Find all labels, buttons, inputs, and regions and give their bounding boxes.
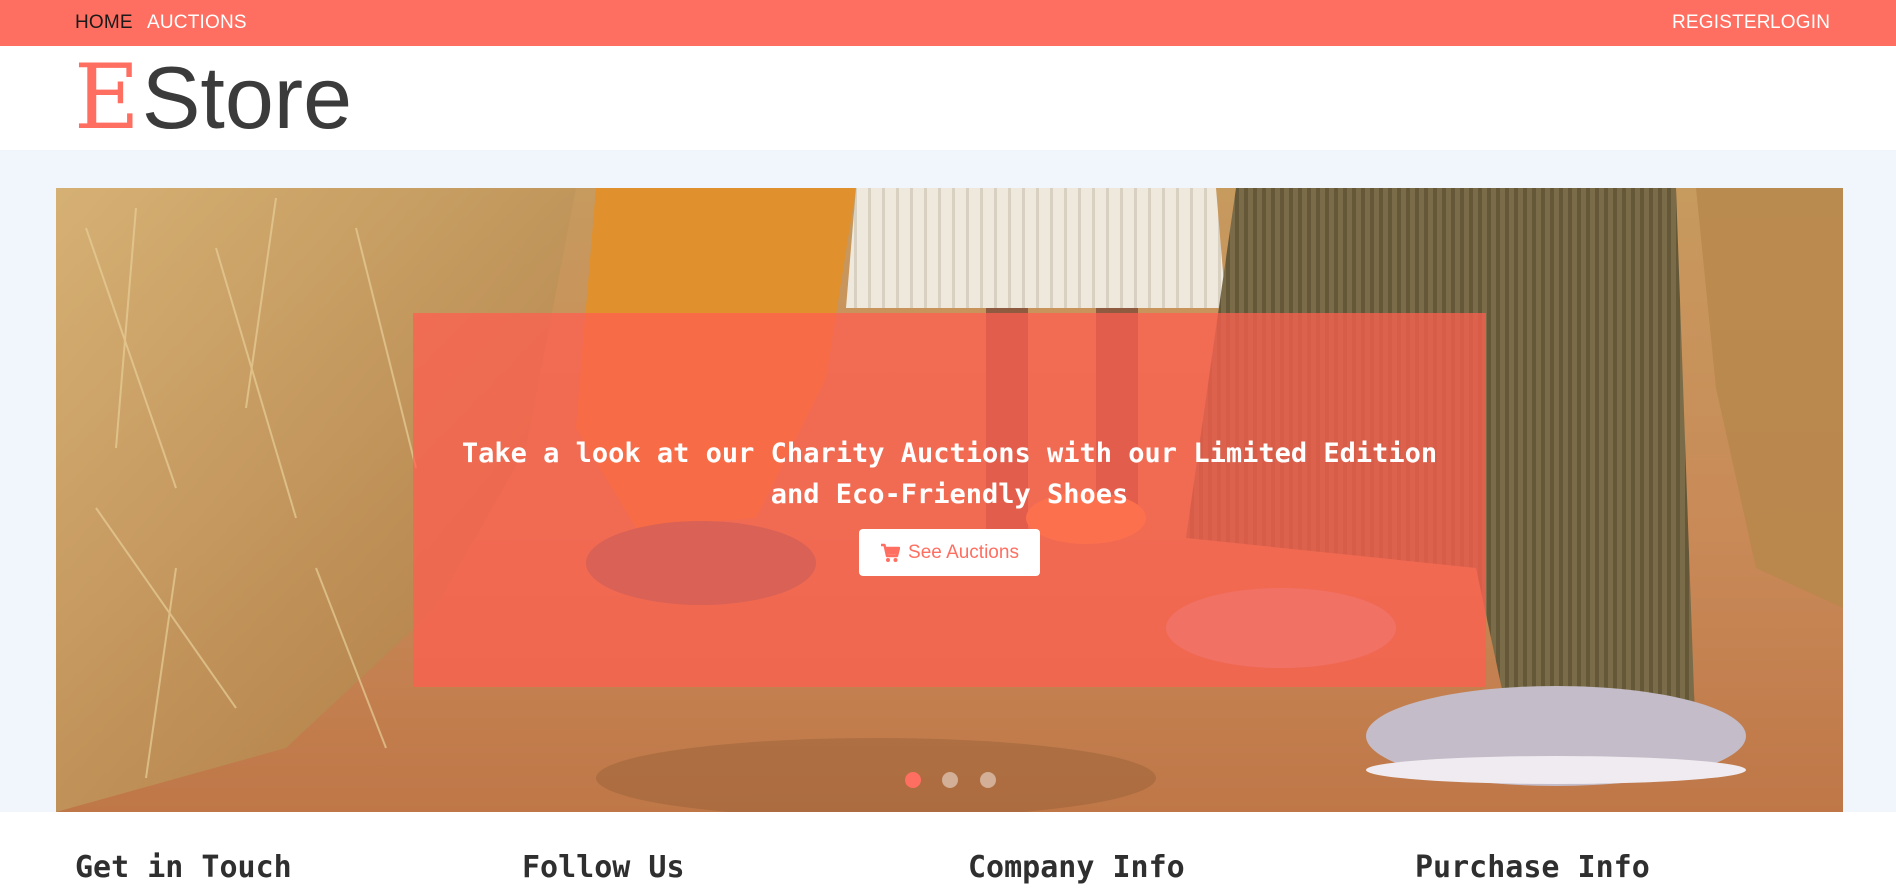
footer-heading-purchase-info: Purchase Info [1415, 850, 1650, 885]
nav-login-link[interactable]: LOGIN [1770, 12, 1830, 34]
nav-register-link[interactable]: REGISTER [1672, 12, 1771, 34]
nav-auctions-link[interactable]: AUCTIONS [147, 12, 247, 34]
hero-caption-box: Take a look at our Charity Auctions with… [413, 313, 1486, 687]
carousel-indicator-2[interactable] [942, 772, 958, 788]
footer-heading-get-in-touch: Get in Touch [75, 850, 292, 885]
top-navbar: HOME AUCTIONS REGISTER LOGIN [0, 0, 1896, 46]
carousel-indicator-3[interactable] [980, 772, 996, 788]
carousel-indicators [56, 770, 1843, 790]
shopping-cart-icon [881, 543, 901, 562]
logo-wordmark: Store [141, 48, 353, 147]
see-auctions-button[interactable]: See Auctions [859, 529, 1040, 576]
footer-heading-follow-us: Follow Us [522, 850, 685, 885]
footer-heading-company-info: Company Info [968, 850, 1185, 885]
nav-home-link[interactable]: HOME [75, 12, 133, 34]
hero-caption-line-1: Take a look at our Charity Auctions with… [461, 438, 1438, 469]
logo-initial: E [74, 45, 140, 150]
hero-caption: Take a look at our Charity Auctions with… [413, 433, 1486, 515]
hero-caption-line-2: and Eco-Friendly Shoes [770, 479, 1129, 510]
see-auctions-label: See Auctions [908, 541, 1019, 563]
hero-carousel: Take a look at our Charity Auctions with… [56, 188, 1843, 812]
footer: Get in Touch Follow Us Company Info Purc… [0, 812, 1896, 888]
carousel-indicator-1[interactable] [905, 772, 921, 788]
estore-logo[interactable]: E Store [74, 48, 352, 148]
